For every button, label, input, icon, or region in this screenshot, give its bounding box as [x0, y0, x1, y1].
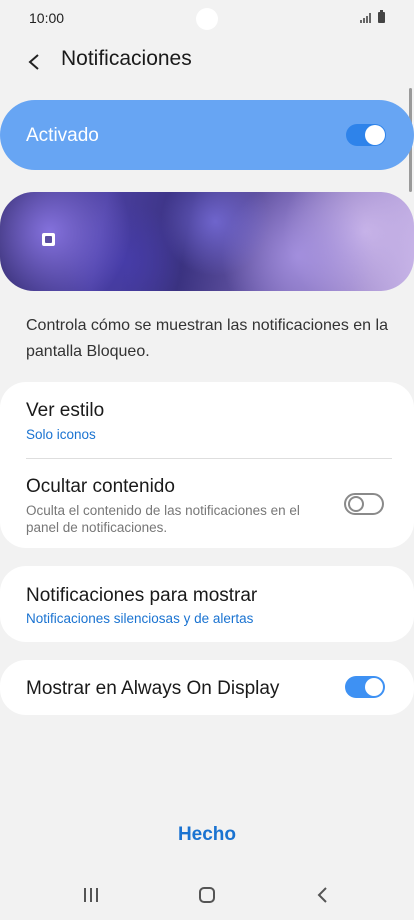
switch-knob — [365, 125, 385, 145]
status-time: 10:00 — [29, 10, 65, 26]
view-style-title: Ver estilo — [26, 400, 105, 421]
switch-knob — [365, 678, 383, 696]
hide-content-description: Oculta el contenido de las notificacione… — [26, 503, 300, 535]
notifications-to-show-value: Notificaciones silenciosas y de alertas — [26, 611, 254, 626]
view-style-value: Solo iconos — [26, 427, 96, 442]
hide-content-switch[interactable] — [344, 493, 384, 515]
settings-card-style: Ver estilo Solo iconos Ocultar contenido… — [0, 382, 414, 548]
description-text: Controla cómo se muestran las notificaci… — [26, 317, 388, 360]
always-on-display-row[interactable]: Mostrar en Always On Display — [0, 660, 414, 715]
nav-back-button[interactable] — [302, 880, 342, 910]
always-on-display-switch[interactable] — [345, 676, 385, 698]
master-toggle-label: Activado — [26, 125, 99, 146]
switch-knob — [348, 496, 364, 512]
recent-apps-icon — [84, 888, 98, 902]
battery-icon — [378, 10, 385, 23]
master-toggle-row[interactable]: Activado — [0, 100, 414, 170]
always-on-display-title: Mostrar en Always On Display — [26, 678, 280, 699]
back-button[interactable] — [18, 46, 50, 78]
home-button[interactable] — [187, 880, 227, 910]
camera-cutout — [196, 8, 218, 30]
recent-apps-button[interactable] — [71, 880, 111, 910]
notifications-to-show-row[interactable]: Notificaciones para mostrar Notificacion… — [0, 566, 414, 642]
signal-icon — [360, 13, 371, 23]
master-toggle-switch[interactable] — [346, 124, 386, 146]
lock-icon — [42, 233, 55, 246]
hide-content-row[interactable]: Ocultar contenido Oculta el contenido de… — [0, 459, 414, 548]
back-arrow-icon — [28, 54, 39, 70]
settings-card-aod: Mostrar en Always On Display — [0, 660, 414, 715]
done-button[interactable]: Hecho — [150, 824, 264, 854]
notifications-to-show-title: Notificaciones para mostrar — [26, 585, 258, 606]
nav-back-icon — [317, 887, 327, 903]
view-style-row[interactable]: Ver estilo Solo iconos — [0, 382, 414, 458]
header: Notificaciones — [0, 40, 414, 80]
status-bar: 10:00 — [0, 0, 414, 36]
home-icon — [199, 887, 215, 903]
lock-screen-preview — [0, 192, 414, 291]
settings-card-notifications: Notificaciones para mostrar Notificacion… — [0, 566, 414, 642]
navigation-bar — [0, 870, 414, 920]
hide-content-title: Ocultar contenido — [26, 476, 175, 497]
page-title: Notificaciones — [61, 47, 192, 70]
